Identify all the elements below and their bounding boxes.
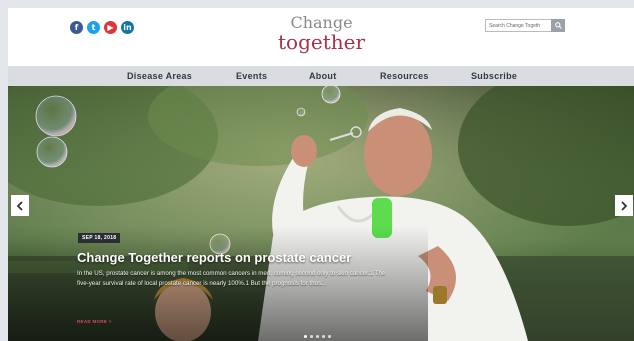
nav-item-resources[interactable]: Resources — [380, 66, 429, 86]
facebook-icon[interactable]: f — [70, 21, 83, 34]
search-icon — [554, 22, 562, 29]
logo-line-2: together — [278, 30, 366, 54]
nav-item-about[interactable]: About — [309, 66, 337, 86]
slider-dot[interactable] — [304, 335, 307, 338]
chevron-left-icon — [16, 200, 23, 211]
site-header: f t ▶ in Change together Search Change T… — [8, 8, 634, 66]
nav-item-subscribe[interactable]: Subscribe — [471, 66, 517, 86]
slider-dots — [304, 335, 331, 338]
slider-prev-button[interactable] — [11, 195, 29, 216]
post-date-badge: SEP 18, 2018 — [78, 233, 121, 243]
logo-line-1: Change — [290, 13, 353, 32]
search-button[interactable] — [551, 19, 565, 32]
hero-slider: SEP 18, 2018 Change Together reports on … — [8, 86, 634, 341]
youtube-icon[interactable]: ▶ — [104, 21, 117, 34]
slider-dot[interactable] — [328, 335, 331, 338]
slider-next-button[interactable] — [615, 195, 633, 216]
slide-headline[interactable]: Change Together reports on prostate canc… — [77, 250, 437, 265]
hero-photo — [8, 86, 634, 341]
slider-dot[interactable] — [322, 335, 325, 338]
slide-excerpt: In the US, prostate cancer is among the … — [77, 270, 386, 287]
page: f t ▶ in Change together Search Change T… — [8, 8, 634, 341]
main-nav: Disease Areas Events About Resources Sub… — [8, 66, 634, 86]
social-links: f t ▶ in — [70, 21, 134, 34]
slider-dot[interactable] — [310, 335, 313, 338]
slider-dot[interactable] — [316, 335, 319, 338]
nav-item-disease-areas[interactable]: Disease Areas — [127, 66, 192, 86]
linkedin-icon[interactable]: in — [121, 21, 134, 34]
read-more-link[interactable]: READ MORE > — [77, 319, 112, 324]
search-form: Search Change Togeth — [485, 19, 565, 32]
twitter-icon[interactable]: t — [87, 21, 100, 34]
site-logo[interactable]: Change together — [278, 13, 366, 54]
chevron-right-icon — [621, 200, 628, 211]
search-input[interactable]: Search Change Togeth — [485, 19, 551, 32]
nav-item-events[interactable]: Events — [236, 66, 267, 86]
